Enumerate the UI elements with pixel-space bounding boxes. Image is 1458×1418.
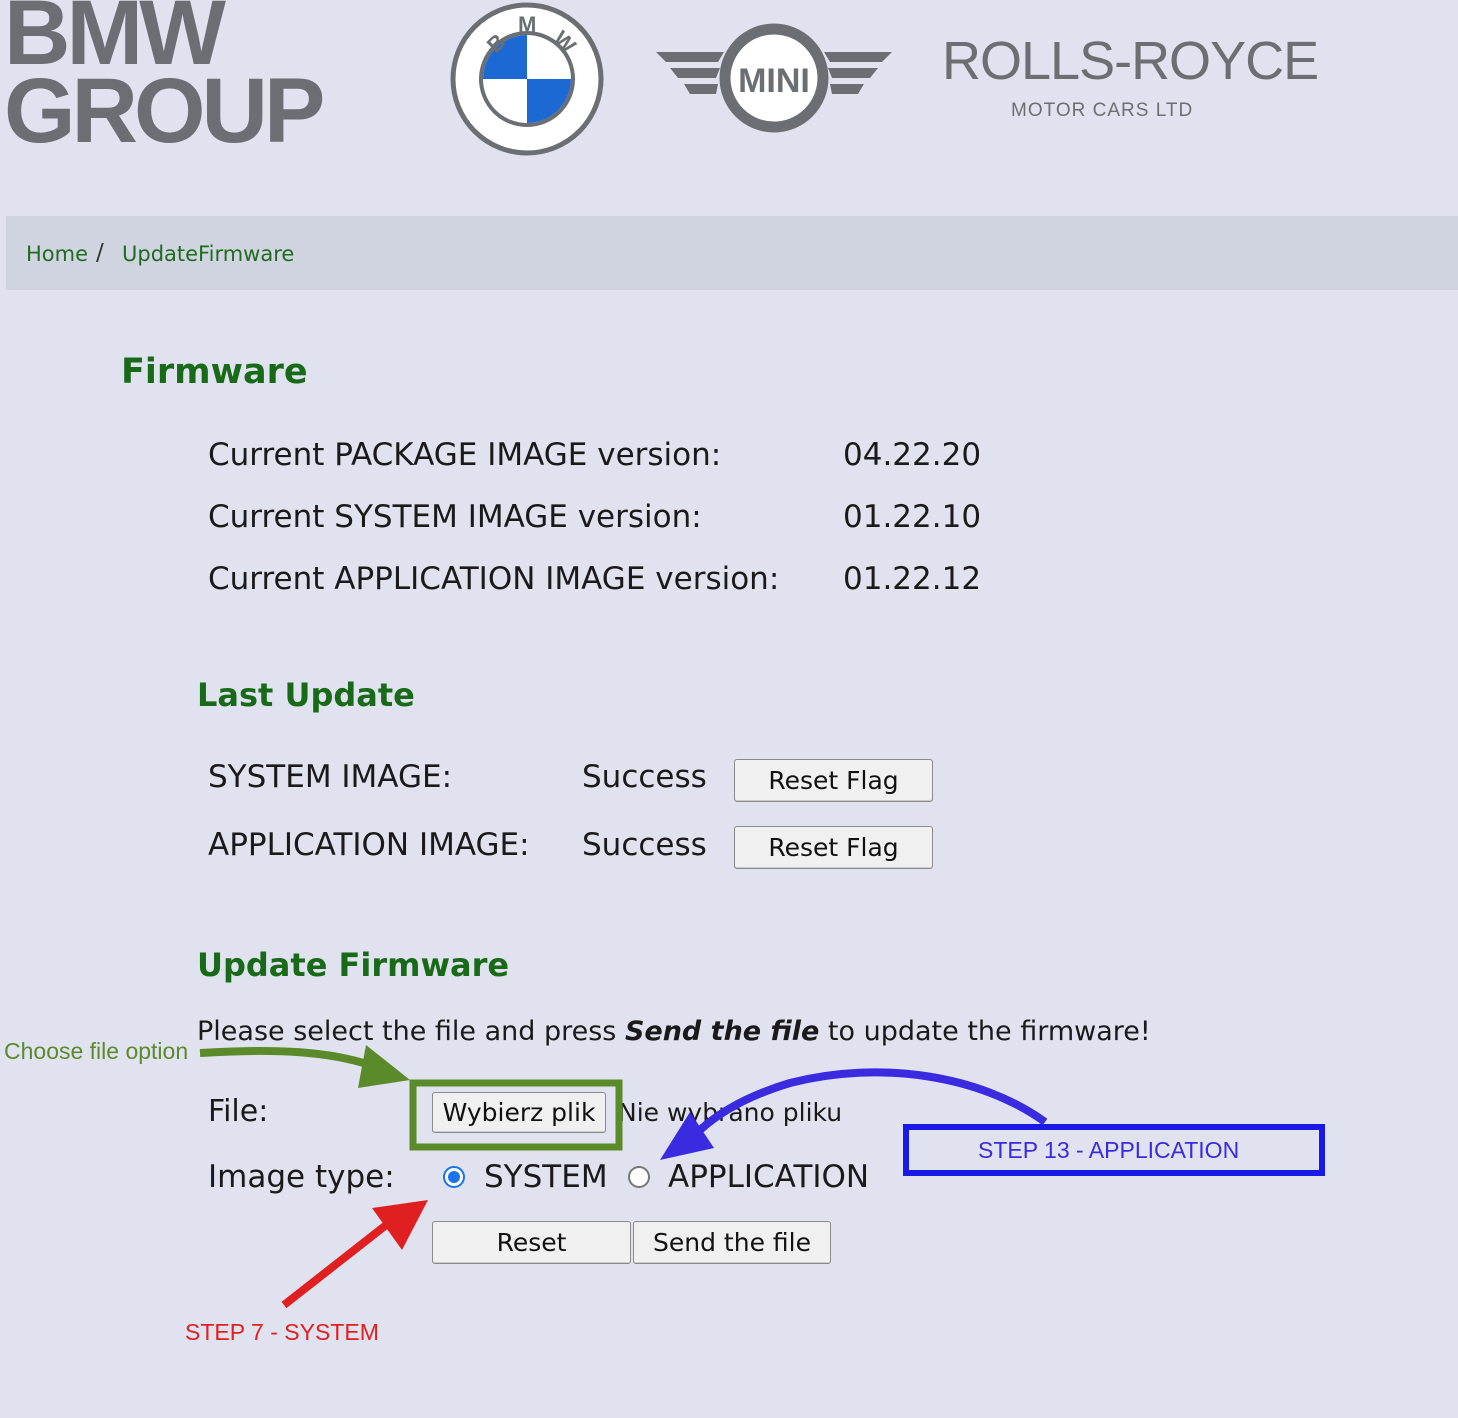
choose-file-annotation: Choose file option xyxy=(4,1038,189,1064)
annotation-overlay xyxy=(199,1045,1325,1309)
step13-annotation: STEP 13 - APPLICATION xyxy=(978,1137,1240,1163)
choose-file-arrow-head xyxy=(358,1045,410,1088)
step13-arrow-line xyxy=(697,1068,1048,1133)
choose-file-arrow-line xyxy=(199,1046,372,1069)
step7-annotation: STEP 7 - SYSTEM xyxy=(185,1319,379,1345)
step7-arrow-line xyxy=(281,1218,393,1309)
step13-arrow-head xyxy=(660,1112,714,1160)
choose-file-highlight-box xyxy=(409,1079,623,1151)
